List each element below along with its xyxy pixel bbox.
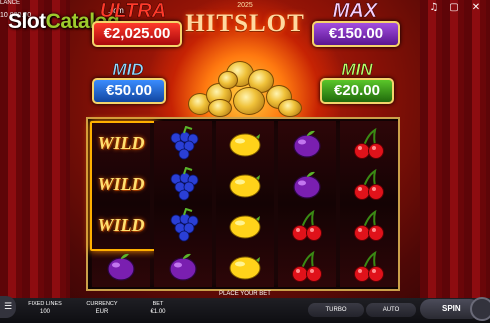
lemon-symbol — [216, 164, 274, 205]
reel-grid: WILD WILD WILD — [86, 117, 400, 291]
grapes-symbol — [154, 164, 212, 205]
cherry-symbol — [340, 246, 398, 287]
cherry-symbol — [278, 246, 336, 287]
fixed-lines-label: FIXED LINES — [28, 301, 62, 307]
reel-4 — [278, 121, 336, 287]
currency-label: CURRENCY — [86, 301, 118, 307]
max-jackpot-label: MAX — [332, 0, 378, 22]
cherry-symbol — [340, 164, 398, 205]
grapes-symbol — [154, 123, 212, 164]
mid-jackpot-label: MID — [112, 60, 144, 80]
reel-2 — [154, 121, 212, 287]
close-icon[interactable]: ✕ — [470, 2, 482, 14]
currency-selector[interactable]: CURRENCY EUR — [79, 300, 125, 316]
ultra-jackpot-value: €2,025.00 — [92, 21, 182, 47]
speaker-icon[interactable]: ♫ — [428, 2, 440, 14]
fixed-lines-value: 100 — [39, 309, 50, 315]
plum-symbol — [278, 123, 336, 164]
min-jackpot-label: MIN — [341, 60, 373, 80]
lemon-symbol — [216, 246, 274, 287]
reel-3 — [216, 121, 274, 287]
bet-selector[interactable]: BET €1.00 — [135, 300, 181, 316]
coin-pile — [178, 55, 308, 117]
mid-jackpot-value: €50.00 — [92, 78, 166, 104]
control-bar — [0, 298, 490, 323]
reel-5 — [340, 121, 398, 287]
bet-label: BET — [152, 301, 164, 307]
spin-circle-icon[interactable] — [470, 297, 490, 321]
left-curtain — [0, 0, 70, 323]
fixed-lines-display: FIXED LINES 100 — [22, 300, 68, 316]
cherry-symbol — [278, 205, 336, 246]
plum-symbol — [154, 246, 212, 287]
wild-highlight-frame — [90, 121, 156, 251]
lemon-symbol — [216, 205, 274, 246]
plum-symbol — [92, 246, 150, 287]
grapes-symbol — [154, 205, 212, 246]
status-message: PLACE YOUR BET — [219, 291, 271, 297]
turbo-button[interactable]: TURBO — [308, 303, 364, 317]
currency-value: EUR — [95, 309, 109, 315]
auto-button[interactable]: AUTO — [366, 303, 416, 317]
ultra-jackpot-label: ULTRA — [99, 0, 167, 22]
min-jackpot-value: €20.00 — [320, 78, 394, 104]
fullscreen-icon[interactable]: ▢ — [448, 2, 460, 14]
game-title-logo: HITSLOT — [185, 10, 305, 37]
right-curtain — [420, 0, 490, 323]
plum-symbol — [278, 164, 336, 205]
game-year: 2025 — [237, 2, 253, 9]
bet-value: €1.00 — [150, 309, 166, 315]
balance-label: LANCE — [0, 0, 21, 6]
cherry-symbol — [340, 123, 398, 164]
lemon-symbol — [216, 123, 274, 164]
game-stage: LANCE 10 000.00 SlotCatalog .com ♫ ▢ ✕ U… — [0, 0, 490, 323]
reel-1: WILD WILD WILD — [90, 121, 156, 287]
watermark-slot: Slot — [8, 10, 46, 33]
max-jackpot-value: €150.00 — [312, 21, 400, 47]
cherry-symbol — [340, 205, 398, 246]
